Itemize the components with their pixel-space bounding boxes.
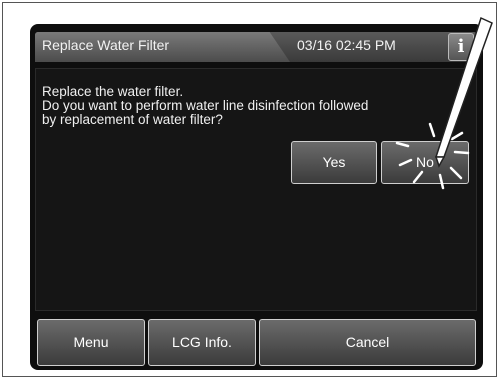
tap-burst-icon — [395, 122, 470, 190]
stylus-icon — [434, 16, 493, 168]
